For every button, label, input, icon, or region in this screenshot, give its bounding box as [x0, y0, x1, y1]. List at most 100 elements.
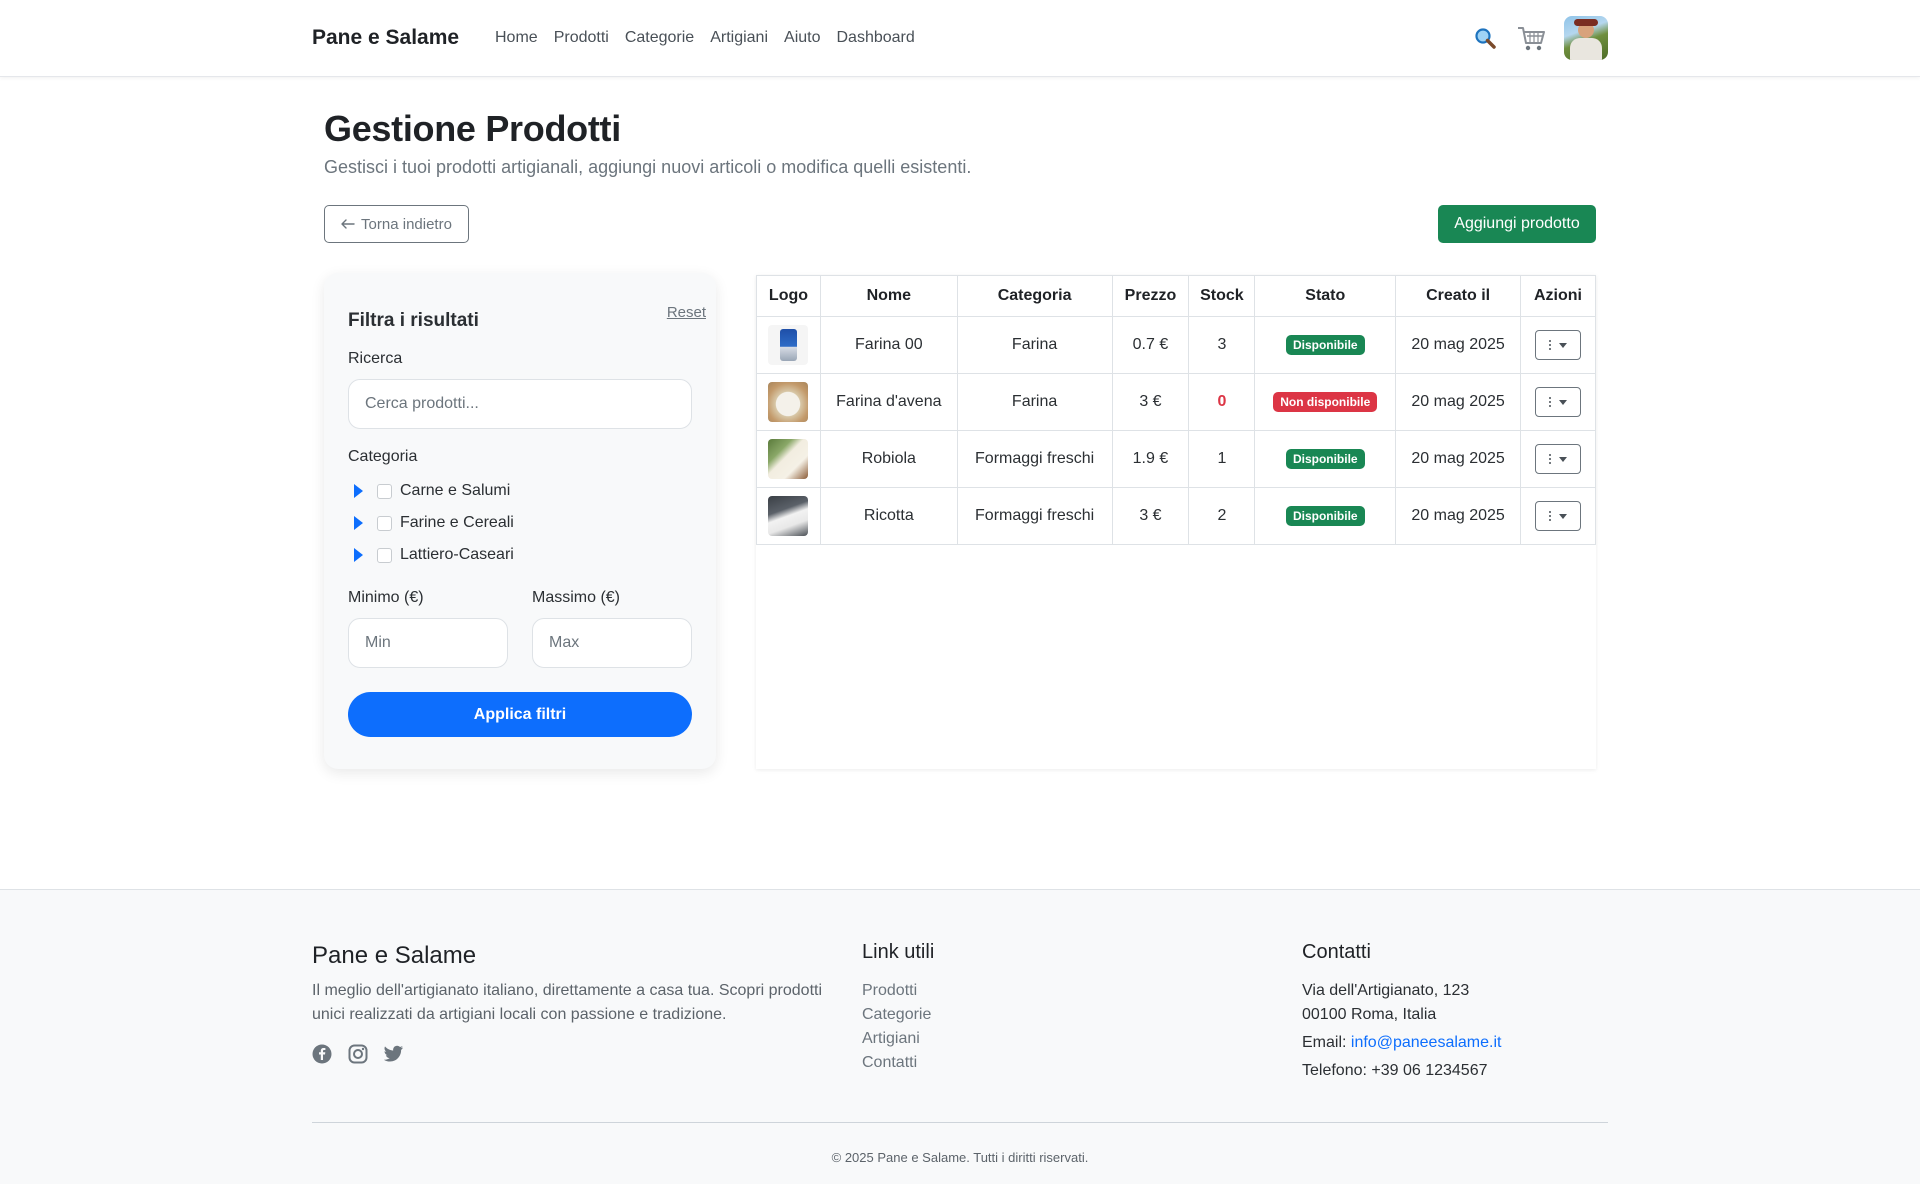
- min-price-input[interactable]: Min: [348, 618, 508, 668]
- min-price-label: Minimo (€): [348, 589, 424, 606]
- footer-contacts: Via dell'Artigianato, 123 00100 Roma, It…: [1302, 979, 1501, 1083]
- row-actions-dropdown[interactable]: [1534, 444, 1581, 474]
- product-image: [768, 325, 809, 365]
- navbar: Pane e Salame Home Prodotti Categorie Ar…: [0, 0, 1920, 77]
- footer-link-contatti[interactable]: Contatti: [862, 1051, 931, 1075]
- avatar-shirt: [1570, 38, 1602, 60]
- search-input[interactable]: Cerca prodotti...: [348, 379, 692, 429]
- category-item-label: Farine e Cereali: [400, 514, 514, 531]
- product-name: Farina d'avena: [819, 373, 958, 431]
- nav-link-categorie[interactable]: Categorie: [625, 29, 694, 47]
- category-item-label: Lattiero-Caseari: [400, 546, 514, 563]
- chevron-down-icon: [1558, 342, 1567, 348]
- product-name: Farina 00: [819, 316, 958, 374]
- category-item-carne: Carne e Salumi: [354, 480, 510, 502]
- nav-link-artigiani[interactable]: Artigiani: [710, 29, 768, 47]
- expand-arrow-icon[interactable]: [354, 516, 363, 530]
- footer-divider: [312, 1122, 1608, 1123]
- category-label: Categoria: [348, 448, 418, 465]
- filter-title: Filtra i risultati: [348, 310, 479, 331]
- filter-panel: Filtra i risultati Reset Ricerca Cerca p…: [324, 273, 716, 769]
- col-header-logo: Logo: [756, 275, 821, 317]
- product-name: Robiola: [819, 430, 958, 488]
- brand-logo[interactable]: Pane e Salame: [312, 26, 459, 50]
- col-header-prezzo: Prezzo: [1111, 275, 1190, 317]
- products-table-card: Logo Nome Categoria Prezzo Stock Stato C…: [756, 275, 1597, 769]
- max-price-input[interactable]: Max: [532, 618, 692, 668]
- back-button-label: Torna indietro: [361, 215, 452, 233]
- footer-brand: Pane e Salame: [312, 942, 477, 969]
- nav-link-aiuto[interactable]: Aiuto: [784, 29, 820, 47]
- product-created: 20 mag 2025: [1395, 316, 1521, 374]
- product-image: [768, 382, 809, 422]
- email-prefix: Email:: [1302, 1034, 1351, 1051]
- row-actions-dropdown[interactable]: [1534, 330, 1581, 360]
- product-created: 20 mag 2025: [1395, 430, 1521, 488]
- cart-icon[interactable]: [1516, 24, 1546, 52]
- page-subtitle: Gestisci i tuoi prodotti artigianali, ag…: [324, 157, 972, 177]
- twitter-icon[interactable]: [384, 1044, 404, 1064]
- col-header-categoria: Categoria: [956, 275, 1113, 317]
- nav-link-prodotti[interactable]: Prodotti: [554, 29, 609, 47]
- address-line-1: Via dell'Artigianato, 123: [1302, 982, 1470, 999]
- col-header-creato: Creato il: [1395, 275, 1521, 317]
- expand-arrow-icon[interactable]: [354, 484, 363, 498]
- social-links: [312, 1044, 404, 1064]
- address-line-2: 00100 Roma, Italia: [1302, 1006, 1437, 1023]
- max-price-label: Massimo (€): [532, 589, 621, 606]
- category-item-latticini: Lattiero-Caseari: [354, 544, 514, 566]
- page-title: Gestione Prodotti: [324, 108, 621, 149]
- table-header-row: Logo Nome Categoria Prezzo Stock Stato C…: [756, 275, 1597, 317]
- footer-links-title: Link utili: [862, 941, 935, 963]
- chevron-down-icon: [1558, 513, 1567, 519]
- instagram-icon[interactable]: [348, 1044, 368, 1064]
- email-link[interactable]: info@paneesalame.it: [1351, 1034, 1502, 1051]
- product-category: Formaggi freschi: [956, 430, 1113, 488]
- category-item-label: Carne e Salumi: [400, 482, 511, 499]
- search-label: Ricerca: [348, 350, 403, 367]
- table-row: Robiola Formaggi freschi 1.9 € 1 Disponi…: [756, 430, 1597, 488]
- footer-links: Prodotti Categorie Artigiani Contatti: [862, 979, 931, 1075]
- product-stock: 0: [1188, 373, 1256, 431]
- reset-filters-link[interactable]: Reset: [667, 304, 706, 321]
- col-header-nome: Nome: [819, 275, 958, 317]
- footer-link-artigiani[interactable]: Artigiani: [862, 1027, 931, 1051]
- nav-link-home[interactable]: Home: [495, 29, 538, 47]
- kebab-icon: [1548, 511, 1551, 521]
- col-header-azioni: Azioni: [1519, 275, 1597, 317]
- product-image: [768, 496, 809, 536]
- table-row: Ricotta Formaggi freschi 3 € 2 Disponibi…: [756, 487, 1597, 545]
- category-checkbox[interactable]: [377, 515, 392, 531]
- nav-link-dashboard[interactable]: Dashboard: [836, 29, 914, 47]
- facebook-icon[interactable]: [312, 1044, 332, 1064]
- status-badge: Disponibile: [1285, 449, 1365, 469]
- footer-link-prodotti[interactable]: Prodotti: [862, 979, 931, 1003]
- row-actions-dropdown[interactable]: [1534, 387, 1581, 417]
- footer-link-categorie[interactable]: Categorie: [862, 1003, 931, 1027]
- search-icon[interactable]: [1472, 25, 1498, 51]
- expand-arrow-icon[interactable]: [354, 548, 363, 562]
- category-checkbox[interactable]: [377, 483, 392, 499]
- footer-description: Il meglio dell'artigianato italiano, dir…: [312, 982, 823, 1023]
- col-header-stock: Stock: [1188, 275, 1256, 317]
- product-created: 20 mag 2025: [1395, 487, 1521, 545]
- footer: Pane e Salame Il meglio dell'artigianato…: [0, 889, 1920, 1184]
- products-table: Logo Nome Categoria Prezzo Stock Stato C…: [756, 275, 1597, 545]
- table-row: Farina d'avena Farina 3 € 0 Non disponib…: [756, 373, 1597, 431]
- row-actions-dropdown[interactable]: [1534, 501, 1581, 531]
- product-stock: 1: [1188, 430, 1256, 488]
- chevron-down-icon: [1558, 456, 1567, 462]
- apply-filters-button[interactable]: Applica filtri: [348, 692, 692, 737]
- kebab-icon: [1548, 454, 1551, 464]
- status-badge: Disponibile: [1285, 506, 1365, 526]
- add-product-button[interactable]: Aggiungi prodotto: [1438, 205, 1596, 243]
- product-stock: 2: [1188, 487, 1256, 545]
- category-checkbox[interactable]: [377, 547, 392, 563]
- product-name: Ricotta: [819, 487, 958, 545]
- product-stock: 3: [1188, 316, 1256, 374]
- avatar[interactable]: [1564, 16, 1608, 60]
- back-button[interactable]: Torna indietro: [324, 205, 469, 243]
- product-created: 20 mag 2025: [1395, 373, 1521, 431]
- product-image: [768, 439, 809, 479]
- product-price: 3 €: [1111, 373, 1190, 431]
